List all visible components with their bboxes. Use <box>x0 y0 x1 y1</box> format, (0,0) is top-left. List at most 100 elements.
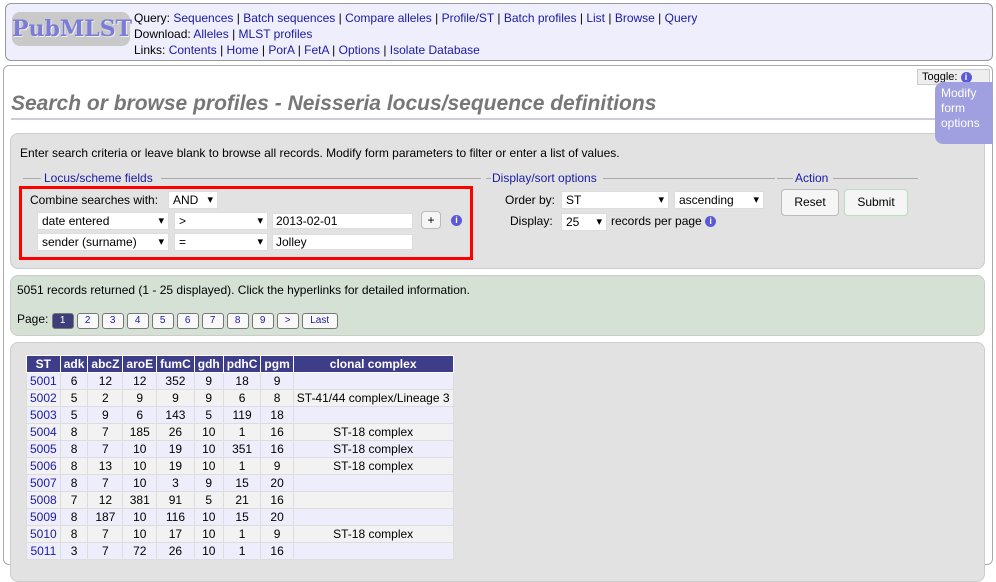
value-input-1[interactable]: 2013-02-01 <box>272 213 413 229</box>
reset-button[interactable]: Reset <box>781 189 839 216</box>
page-button[interactable]: 6 <box>176 313 199 329</box>
st-link[interactable]: 5006 <box>30 459 57 473</box>
query-link[interactable]: List <box>586 11 605 25</box>
st-link[interactable]: 5004 <box>30 425 57 439</box>
st-cell[interactable]: 5011 <box>26 542 61 560</box>
per-page-text: records per page <box>611 214 702 228</box>
st-link[interactable]: 5010 <box>30 527 57 541</box>
field-select-1[interactable]: date entered <box>37 212 169 230</box>
page-button[interactable]: 5 <box>151 313 174 329</box>
table-cell: 12 <box>87 372 124 390</box>
query-link[interactable]: Compare alleles <box>345 11 432 25</box>
st-link[interactable]: 5008 <box>30 493 57 507</box>
display-select[interactable]: 25 <box>561 213 607 231</box>
st-cell[interactable]: 5006 <box>26 457 61 475</box>
table-cell: 15 <box>222 508 262 526</box>
add-row-button[interactable]: + <box>421 211 441 229</box>
table-cell: 12 <box>122 372 158 390</box>
modify-form-options-tab[interactable]: Modify form options <box>935 82 993 144</box>
form-intro: Enter search criteria or leave blank to … <box>20 146 620 160</box>
st-link[interactable]: 5002 <box>30 391 57 405</box>
st-cell[interactable]: 5001 <box>26 372 61 390</box>
table-cell: 15 <box>222 474 262 492</box>
info-icon[interactable]: i <box>451 215 462 226</box>
submit-button[interactable]: Submit <box>844 189 908 216</box>
page-button[interactable]: 4 <box>126 313 149 329</box>
table-cell: 8 <box>59 474 89 492</box>
table-cell: 9 <box>87 406 124 424</box>
table-cell: 7 <box>87 542 124 560</box>
direction-select[interactable]: ascending <box>674 191 764 209</box>
order-select[interactable]: ST <box>561 191 669 209</box>
field-select-2[interactable]: sender (surname) <box>37 233 169 251</box>
table-cell <box>292 406 454 424</box>
results-panel: 5051 records returned (1 - 25 displayed)… <box>10 275 985 336</box>
st-link[interactable]: 5003 <box>30 408 57 422</box>
st-cell[interactable]: 5005 <box>26 440 61 458</box>
column-header[interactable]: clonal complex <box>292 355 454 373</box>
page-button[interactable]: 8 <box>226 313 249 329</box>
download-link[interactable]: MLST profiles <box>239 27 313 41</box>
links-link[interactable]: PorA <box>268 43 294 57</box>
combine-select[interactable]: AND <box>168 191 218 209</box>
links-link[interactable]: Options <box>339 43 380 57</box>
table-row: 5009 8 187 10 116 10 15 20 <box>26 508 454 526</box>
download-link[interactable]: Alleles <box>193 27 228 41</box>
st-cell[interactable]: 5002 <box>26 389 61 407</box>
links-link[interactable]: FetA <box>304 43 329 57</box>
st-cell[interactable]: 5003 <box>26 406 61 424</box>
column-header[interactable]: abcZ <box>87 355 124 373</box>
page-button[interactable]: > <box>276 313 299 329</box>
info-icon[interactable]: i <box>705 216 717 228</box>
table-cell: 9 <box>122 389 158 407</box>
st-link[interactable]: 5007 <box>30 476 57 490</box>
column-header[interactable]: gdh <box>193 355 224 373</box>
st-cell[interactable]: 5007 <box>26 474 61 492</box>
query-link[interactable]: Batch sequences <box>243 11 335 25</box>
st-cell[interactable]: 5009 <box>26 508 61 526</box>
query-link[interactable]: Sequences <box>173 11 233 25</box>
column-header[interactable]: ST <box>26 355 61 373</box>
st-link[interactable]: 5011 <box>30 544 56 558</box>
results-summary: 5051 records returned (1 - 25 displayed)… <box>17 283 470 297</box>
page-button[interactable]: Last <box>301 313 338 329</box>
st-cell[interactable]: 5010 <box>26 525 61 543</box>
combine-label: Combine searches with: <box>30 193 159 207</box>
st-cell[interactable]: 5008 <box>26 491 61 509</box>
site-header: PubMLST Query: Sequences | Batch sequenc… <box>5 3 993 61</box>
table-cell: 10 <box>193 508 224 526</box>
column-header[interactable]: pgm <box>260 355 294 373</box>
value-input-2[interactable]: Jolley <box>272 234 413 250</box>
info-icon[interactable]: i <box>960 71 972 83</box>
st-link[interactable]: 5005 <box>30 442 57 456</box>
links-link[interactable]: Isolate Database <box>390 43 480 57</box>
page-button[interactable]: 3 <box>101 313 124 329</box>
table-cell: 10 <box>122 525 158 543</box>
links-link[interactable]: Contents <box>169 43 217 57</box>
column-header[interactable]: aroE <box>122 355 158 373</box>
table-cell: 10 <box>193 423 224 441</box>
operator-select-2[interactable]: = <box>174 233 268 251</box>
page-button[interactable]: 9 <box>251 313 274 329</box>
st-link[interactable]: 5001 <box>30 374 57 388</box>
page-button[interactable]: 7 <box>201 313 224 329</box>
order-label: Order by: <box>505 193 556 207</box>
links-link[interactable]: Home <box>227 43 259 57</box>
query-link[interactable]: Batch profiles <box>504 11 577 25</box>
st-cell[interactable]: 5004 <box>26 423 61 441</box>
column-header[interactable]: fumC <box>156 355 195 373</box>
column-header[interactable]: adk <box>59 355 89 373</box>
page-button[interactable]: 2 <box>76 313 99 329</box>
table-row: 5010 8 7 10 17 10 1 9 ST-18 complex <box>26 525 454 543</box>
operator-select-1[interactable]: > <box>174 212 268 230</box>
pubmlst-logo[interactable]: PubMLST <box>12 12 132 46</box>
table-cell: 5 <box>59 389 89 407</box>
st-link[interactable]: 5009 <box>30 510 57 524</box>
query-link[interactable]: Query <box>665 11 698 25</box>
query-link[interactable]: Browse <box>615 11 655 25</box>
query-link[interactable]: Profile/ST <box>442 11 494 25</box>
profiles-table: ST adk abcZ aroE fumC gdh pdhC pgm clonal comple… <box>26 355 454 560</box>
column-header[interactable]: pdhC <box>222 355 262 373</box>
page-label: Page: <box>17 312 49 326</box>
page-button[interactable]: 1 <box>51 313 74 329</box>
